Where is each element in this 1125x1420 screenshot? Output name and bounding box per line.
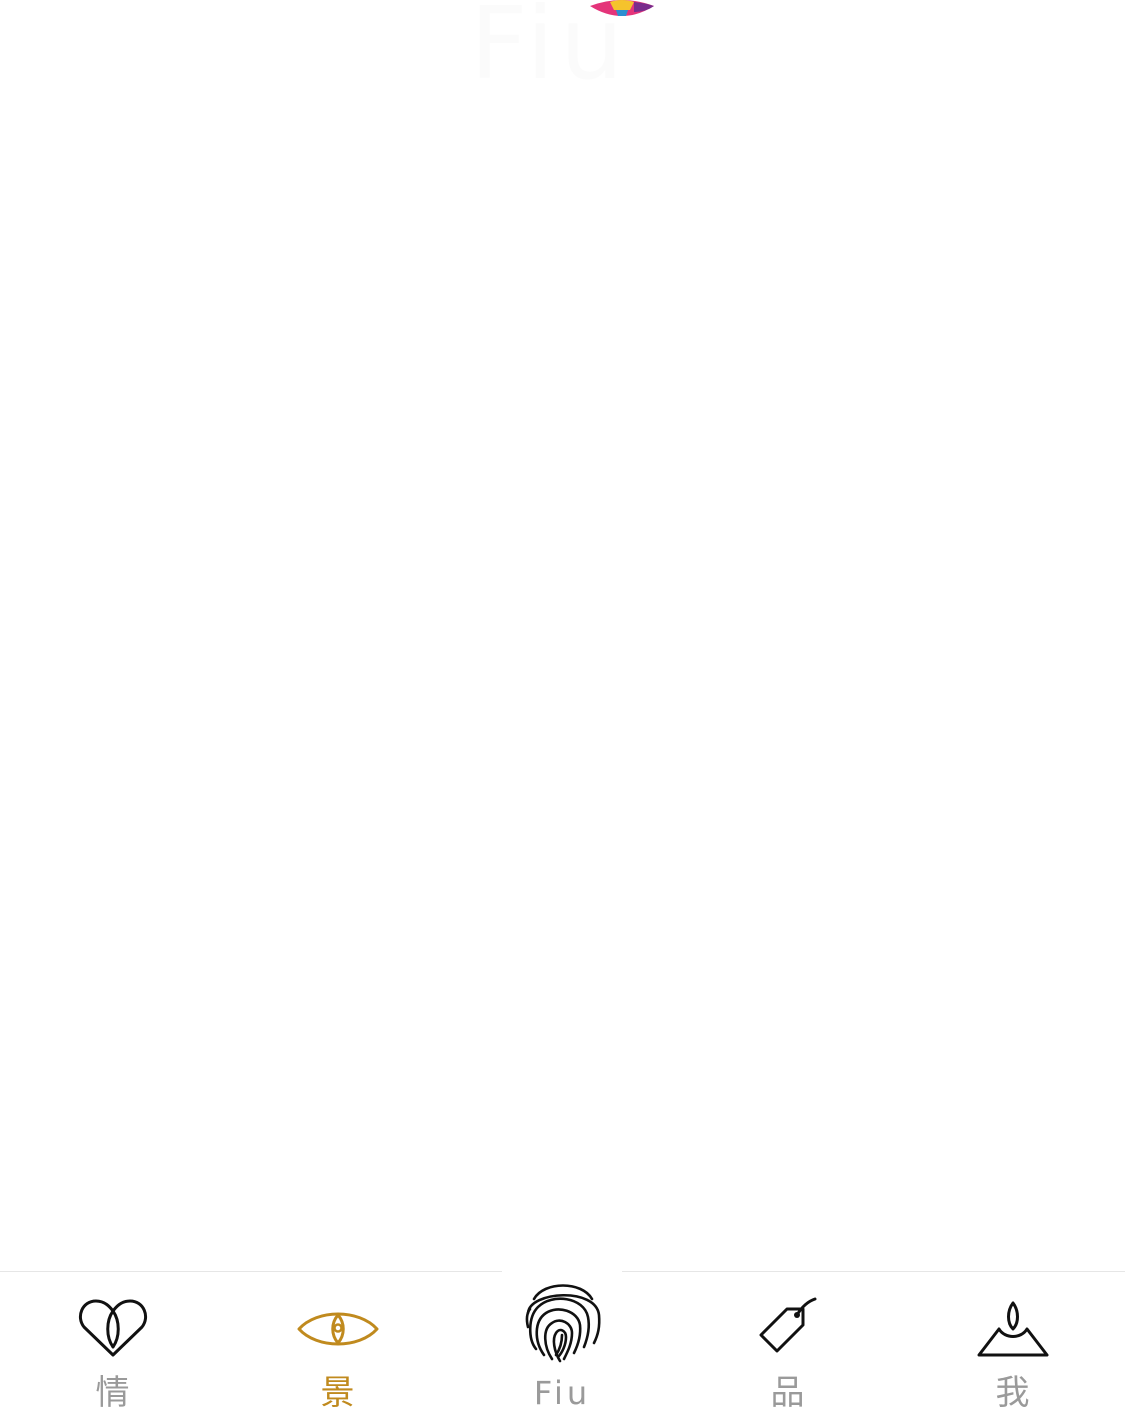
app-brand: Fiu xyxy=(470,0,670,110)
tab-qing[interactable]: 情 xyxy=(0,1271,225,1419)
tab-pin[interactable]: 品 xyxy=(675,1271,900,1419)
eye-icon xyxy=(297,1312,378,1346)
tab-wo-label: 我 xyxy=(995,1373,1030,1413)
mountain-person-icon xyxy=(977,1301,1048,1357)
price-tag-icon xyxy=(759,1297,816,1353)
tab-qing-label: 情 xyxy=(95,1373,130,1413)
brand-wordmark: Fiu xyxy=(470,0,630,102)
tab-jing-label: 景 xyxy=(320,1373,355,1413)
tab-wo[interactable]: 我 xyxy=(900,1271,1125,1419)
tab-fiu-label: Fiu xyxy=(533,1374,592,1412)
fingerprint-icon xyxy=(525,1284,601,1363)
tab-jing[interactable]: 景 xyxy=(225,1271,450,1419)
tab-pin-label: 品 xyxy=(770,1373,805,1413)
tab-fiu[interactable]: Fiu xyxy=(450,1271,675,1419)
heart-icon xyxy=(78,1299,147,1357)
main-content xyxy=(0,110,1125,1270)
